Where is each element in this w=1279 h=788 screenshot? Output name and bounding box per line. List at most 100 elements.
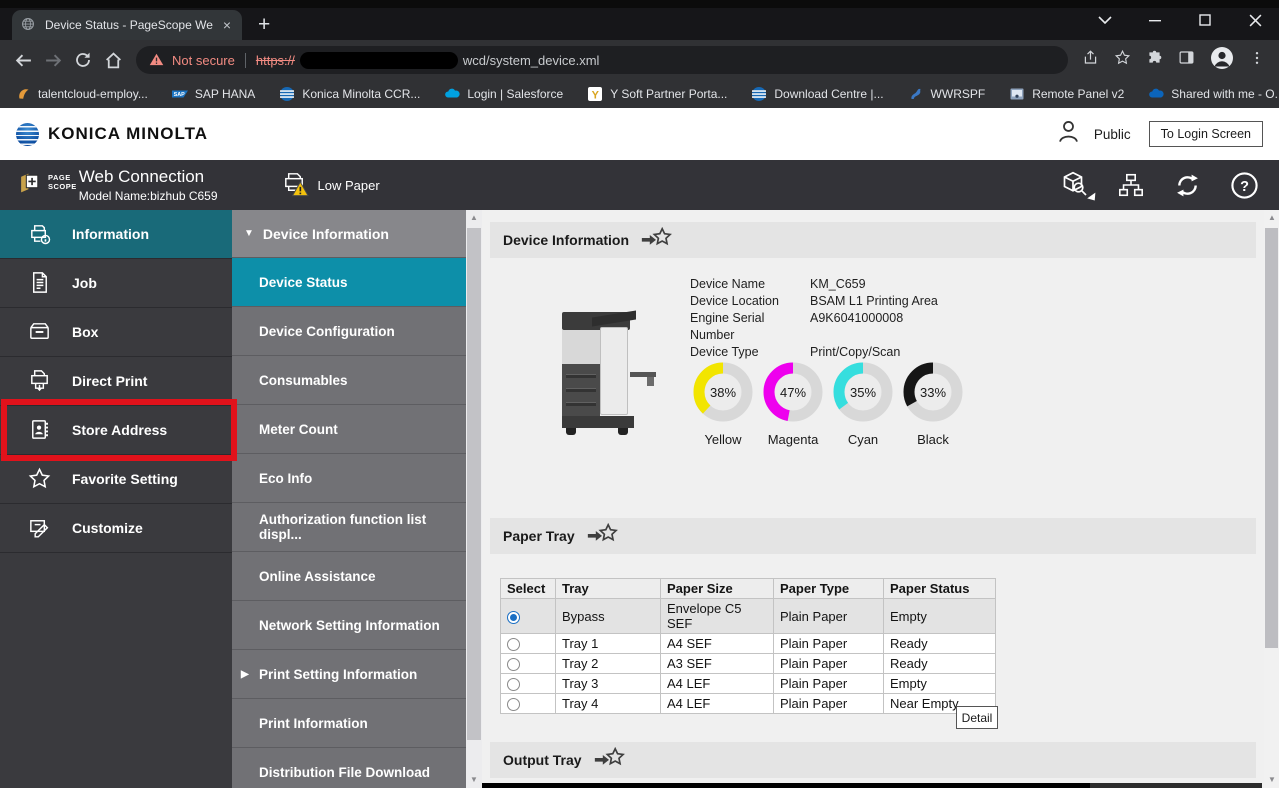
tray-radio[interactable] xyxy=(507,638,520,651)
globe-favicon xyxy=(21,17,37,33)
forward-button[interactable] xyxy=(38,45,68,75)
detail-button[interactable]: Detail xyxy=(956,706,998,729)
paper-type-cell: Plain Paper xyxy=(774,674,884,694)
paper-type-cell: Plain Paper xyxy=(774,599,884,634)
submenu-item-consumables[interactable]: Consumables xyxy=(232,356,466,405)
pagescope-wordmark: PAGESCOPE xyxy=(48,174,77,191)
toner-name: Yellow xyxy=(691,432,755,447)
fav-globe-blue xyxy=(279,86,295,102)
to-login-screen-button[interactable]: To Login Screen xyxy=(1149,121,1263,147)
scroll-down-arrow[interactable]: ▼ xyxy=(466,772,482,788)
tray-radio[interactable] xyxy=(507,678,520,691)
printer-illustration xyxy=(552,310,664,442)
customize-icon xyxy=(27,515,53,541)
bookmark-label: Login | Salesforce xyxy=(467,87,563,101)
side-panel-icon[interactable] xyxy=(1178,49,1195,71)
extensions-icon[interactable] xyxy=(1146,49,1163,71)
tab-title: Device Status - PageScope Web C xyxy=(45,18,213,32)
main-scrollbar[interactable]: ▲ ▼ xyxy=(1264,210,1279,788)
sidebar-item-customize[interactable]: Customize xyxy=(0,504,232,553)
arrow-star-icon[interactable] xyxy=(593,747,625,773)
bookmark-item[interactable]: Login | Salesforce xyxy=(444,86,563,102)
device-info-value: BSAM L1 Printing Area xyxy=(810,293,938,310)
warning-icon xyxy=(149,52,165,68)
tray-radio[interactable] xyxy=(507,658,520,671)
bookmark-item[interactable]: Shared with me - O... xyxy=(1148,86,1279,102)
reload-button[interactable] xyxy=(68,45,98,75)
submenu-item-print-setting-information[interactable]: ▶ Print Setting Information xyxy=(232,650,466,699)
toner-percent: 38% xyxy=(691,360,755,424)
submenu-item-online-assistance[interactable]: Online Assistance xyxy=(232,552,466,601)
bookmark-item[interactable]: Download Centre |... xyxy=(751,86,883,102)
bookmark-item[interactable]: WWRSPF xyxy=(908,86,986,102)
home-button[interactable] xyxy=(98,45,128,75)
tray-radio[interactable] xyxy=(507,611,520,624)
bookmark-star-icon[interactable] xyxy=(1114,49,1131,71)
tray-name-cell: Tray 1 xyxy=(556,634,661,654)
svg-text:SAP: SAP xyxy=(173,92,184,98)
submenu-header[interactable]: ▼ Device Information xyxy=(232,210,466,258)
maximize-button[interactable] xyxy=(1197,12,1213,28)
scroll-up-arrow[interactable]: ▲ xyxy=(1264,210,1279,226)
scroll-up-arrow[interactable]: ▲ xyxy=(466,210,482,226)
fav-salesforce xyxy=(444,86,460,102)
minimize-button[interactable] xyxy=(1147,12,1163,28)
profile-avatar[interactable] xyxy=(1210,46,1234,75)
product-title: Web Connection xyxy=(79,167,218,187)
device-info-label: Engine Serial Number xyxy=(690,310,810,344)
scroll-down-arrow[interactable]: ▼ xyxy=(1264,772,1279,788)
submenu-item-device-configuration[interactable]: Device Configuration xyxy=(232,307,466,356)
submenu-item-eco-info[interactable]: Eco Info xyxy=(232,454,466,503)
bookmark-item[interactable]: talentcloud-employ... xyxy=(15,86,148,102)
device-view-icon[interactable] xyxy=(1059,168,1089,203)
brand-name: KONICA MINOLTA xyxy=(48,124,208,144)
submenu-item-network-setting-information[interactable]: Network Setting Information xyxy=(232,601,466,650)
tray-radio[interactable] xyxy=(507,698,520,711)
bookmark-item[interactable]: SAPSAP HANA xyxy=(172,86,255,102)
svg-text:?: ? xyxy=(1240,178,1249,194)
submenu-scrollbar[interactable]: ▲ ▼ xyxy=(466,210,482,788)
submenu-item-authorization-function-list-displ-[interactable]: Authorization function list displ... xyxy=(232,503,466,552)
arrow-star-icon[interactable] xyxy=(640,227,672,253)
address-bar[interactable]: Not secure https:// wcd/system_device.xm… xyxy=(136,46,1068,74)
back-button[interactable] xyxy=(8,45,38,75)
device-info-row: Device Type Print/Copy/Scan xyxy=(690,344,938,361)
refresh-icon[interactable] xyxy=(1173,171,1202,200)
sidebar-item-box[interactable]: Box xyxy=(0,308,232,357)
window-close-button[interactable] xyxy=(1247,12,1263,28)
bookmark-label: Download Centre |... xyxy=(774,87,883,101)
submenu-item-distribution-file-download[interactable]: Distribution File Download xyxy=(232,748,466,788)
submenu-item-meter-count[interactable]: Meter Count xyxy=(232,405,466,454)
paper-type-cell: Plain Paper xyxy=(774,654,884,674)
fav-ysoft: Y xyxy=(587,86,603,102)
paper-type-cell: Plain Paper xyxy=(774,634,884,654)
arrow-star-icon[interactable] xyxy=(586,523,618,549)
tray-name-cell: Bypass xyxy=(556,599,661,634)
bookmark-item[interactable]: Konica Minolta CCR... xyxy=(279,86,420,102)
tab-search-chevron-icon[interactable] xyxy=(1097,12,1113,28)
info-printer-icon xyxy=(27,221,53,247)
submenu-item-device-status[interactable]: Device Status xyxy=(232,258,466,307)
scrollbar-thumb[interactable] xyxy=(467,228,481,740)
share-icon[interactable] xyxy=(1082,49,1099,71)
svg-text:Y: Y xyxy=(592,89,600,101)
tab-close-icon[interactable]: × xyxy=(221,18,233,32)
bookmark-item[interactable]: YY Soft Partner Porta... xyxy=(587,86,727,102)
paper-size-cell: A4 SEF xyxy=(661,634,774,654)
sidebar-item-information[interactable]: Information xyxy=(0,210,232,259)
sidebar-item-label: Direct Print xyxy=(72,373,147,389)
sidebar-item-favorite-setting[interactable]: Favorite Setting xyxy=(0,455,232,504)
fav-onedrive xyxy=(1148,86,1164,102)
sidebar-item-job[interactable]: Job xyxy=(0,259,232,308)
new-tab-button[interactable]: + xyxy=(258,14,270,35)
toner-gauge-cyan: 35% Cyan xyxy=(831,360,895,447)
help-icon[interactable]: ? xyxy=(1230,171,1259,200)
not-secure-label[interactable]: Not secure xyxy=(172,53,235,68)
menu-kebab-icon[interactable] xyxy=(1249,50,1265,71)
toner-name: Magenta xyxy=(761,432,825,447)
sitemap-icon[interactable] xyxy=(1117,171,1145,199)
scrollbar-thumb[interactable] xyxy=(1265,228,1278,648)
browser-tab[interactable]: Device Status - PageScope Web C × xyxy=(12,10,242,40)
bookmark-item[interactable]: Remote Panel v2 xyxy=(1009,86,1124,102)
submenu-item-print-information[interactable]: Print Information xyxy=(232,699,466,748)
